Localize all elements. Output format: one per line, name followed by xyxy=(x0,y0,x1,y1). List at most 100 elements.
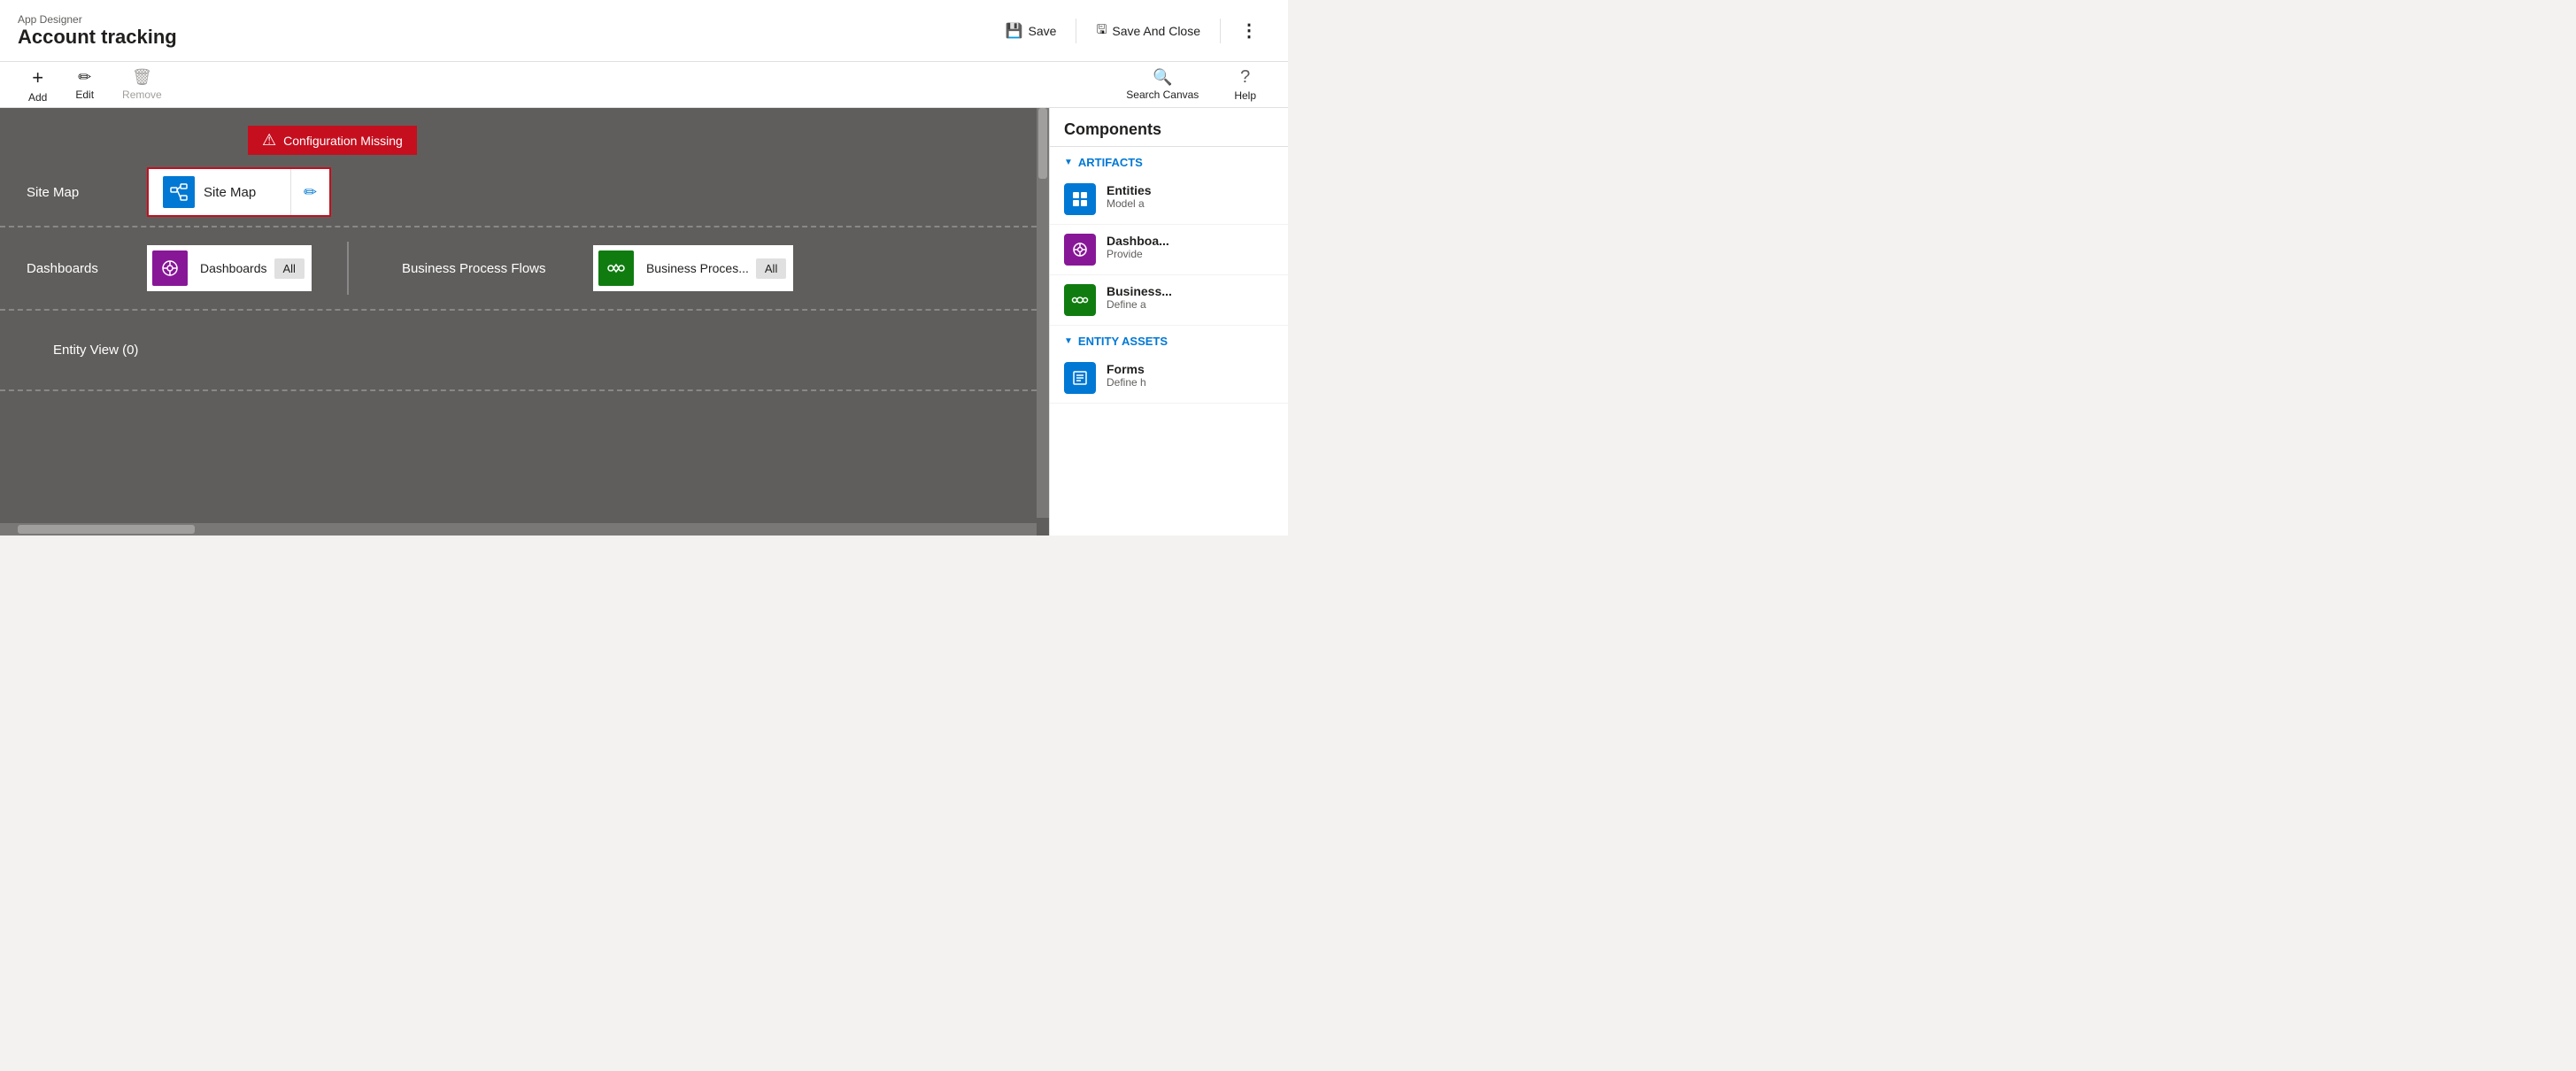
search-canvas-label: Search Canvas xyxy=(1126,89,1199,101)
forms-icon xyxy=(1064,362,1096,394)
save-close-label: Save And Close xyxy=(1112,24,1200,38)
edit-icon: ✏ xyxy=(78,68,91,87)
config-missing-banner: ⚠ Configuration Missing xyxy=(248,126,417,155)
header-divider-2 xyxy=(1220,19,1221,43)
bpf-panel-text: Business... Define a xyxy=(1107,284,1172,311)
sitemap-row: ⚠ Configuration Missing Site Map xyxy=(0,108,1037,226)
main-layout: ⚠ Configuration Missing Site Map xyxy=(0,108,1288,536)
entities-text: Entities Model a xyxy=(1107,183,1152,210)
help-button[interactable]: ? Help xyxy=(1216,62,1274,107)
header-right: 💾 Save 🖫 Save And Close ⋮ xyxy=(993,14,1270,47)
more-icon: ⋮ xyxy=(1240,19,1258,42)
entity-assets-chevron: ▼ xyxy=(1064,336,1073,346)
bpf-card-text: Business Proces... xyxy=(639,261,756,275)
bpf-panel-name: Business... xyxy=(1107,284,1172,298)
warning-icon: ⚠ xyxy=(262,131,276,150)
save-close-icon: 🖫 xyxy=(1096,20,1107,42)
site-map-card: Site Map xyxy=(149,169,290,215)
toolbar: + Add ✏ Edit 🗑 Remove 🔍 Search Canvas ? … xyxy=(0,62,1288,108)
dashboard-divider xyxy=(347,242,349,295)
artifacts-section-header[interactable]: ▼ ARTIFACTS xyxy=(1050,147,1288,174)
canvas-area[interactable]: ⚠ Configuration Missing Site Map xyxy=(0,108,1049,536)
entity-view-label: Entity View (0) xyxy=(27,325,165,375)
edit-label: Edit xyxy=(75,89,94,101)
bpf-panel-icon xyxy=(1064,284,1096,316)
dashboards-panel-name: Dashboa... xyxy=(1107,234,1169,248)
edit-pencil-icon: ✏ xyxy=(304,183,317,202)
forms-item[interactable]: Forms Define h xyxy=(1050,353,1288,404)
bpf-svg xyxy=(606,258,626,278)
remove-button[interactable]: 🗑 Remove xyxy=(108,63,176,106)
components-panel: Components ▼ ARTIFACTS Entities Model a xyxy=(1049,108,1288,536)
remove-label: Remove xyxy=(122,89,162,101)
entity-assets-section-header[interactable]: ▼ ENTITY ASSETS xyxy=(1050,326,1288,353)
panel-title: Components xyxy=(1050,108,1288,147)
app-designer-label: App Designer xyxy=(18,13,177,26)
bpf-panel-item[interactable]: Business... Define a xyxy=(1050,275,1288,326)
bpf-card[interactable]: Business Proces... All xyxy=(593,245,793,291)
dashboards-label: Dashboards xyxy=(27,261,133,276)
more-button[interactable]: ⋮ xyxy=(1228,14,1270,47)
help-label: Help xyxy=(1234,89,1256,102)
site-map-icon xyxy=(163,176,195,208)
dashed-separator-3 xyxy=(0,389,1037,391)
save-label: Save xyxy=(1029,24,1057,38)
header-left: App Designer Account tracking xyxy=(18,13,177,49)
search-icon: 🔍 xyxy=(1153,68,1172,87)
bpf-panel-svg xyxy=(1071,291,1089,309)
dashboards-panel-svg xyxy=(1071,241,1089,258)
site-map-card-container[interactable]: Site Map ✏ xyxy=(147,167,331,217)
entity-view-row: Entity View (0) xyxy=(0,311,1037,389)
sitemap-row-inner: ⚠ Configuration Missing Site Map xyxy=(0,108,1037,226)
bpf-all-badge: All xyxy=(756,258,786,279)
site-map-edit-button[interactable]: ✏ xyxy=(290,169,329,215)
sitemap-label-row: Site Map xyxy=(27,155,331,217)
bpf-section: Business Process Flows Business Proces..… xyxy=(402,245,793,291)
bpf-icon xyxy=(598,250,634,286)
artifacts-chevron: ▼ xyxy=(1064,158,1073,167)
toolbar-right: 🔍 Search Canvas ? Help xyxy=(1108,62,1274,107)
edit-button[interactable]: ✏ Edit xyxy=(61,63,108,106)
dashboards-row: Dashboards Dashboar xyxy=(0,227,1037,309)
site-map-label: Site Map xyxy=(27,185,133,200)
forms-svg xyxy=(1071,369,1089,387)
add-icon: + xyxy=(32,66,43,89)
forms-text: Forms Define h xyxy=(1107,362,1146,389)
entities-name: Entities xyxy=(1107,183,1152,197)
add-button[interactable]: + Add xyxy=(14,61,61,109)
dashboards-item[interactable]: Dashboa... Provide xyxy=(1050,225,1288,275)
dashboard-card[interactable]: Dashboards All xyxy=(147,245,312,291)
canvas-vscroll-thumb[interactable] xyxy=(1038,108,1047,179)
dashboard-all-badge: All xyxy=(274,258,305,279)
entities-desc: Model a xyxy=(1107,197,1152,210)
toolbar-actions: + Add ✏ Edit 🗑 Remove xyxy=(14,61,176,109)
site-map-card-text: Site Map xyxy=(204,185,256,200)
help-icon: ? xyxy=(1240,67,1250,88)
save-icon: 💾 xyxy=(1006,22,1023,40)
dashboards-left: Dashboards Dashboar xyxy=(27,245,312,291)
entities-item[interactable]: Entities Model a xyxy=(1050,174,1288,225)
app-header: App Designer Account tracking 💾 Save 🖫 S… xyxy=(0,0,1288,62)
app-title: Account tracking xyxy=(18,26,177,49)
dashboards-panel-text: Dashboa... Provide xyxy=(1107,234,1169,260)
forms-name: Forms xyxy=(1107,362,1146,376)
forms-desc: Define h xyxy=(1107,376,1146,389)
bpf-label: Business Process Flows xyxy=(402,261,579,276)
sitemap-svg xyxy=(169,182,189,202)
dashboard-svg xyxy=(160,258,180,278)
canvas-horizontal-scrollbar[interactable] xyxy=(0,523,1037,536)
canvas-hscroll-thumb[interactable] xyxy=(18,525,195,534)
remove-icon: 🗑 xyxy=(132,68,152,87)
save-button[interactable]: 💾 Save xyxy=(993,17,1069,45)
artifacts-label: ARTIFACTS xyxy=(1078,156,1143,169)
dashboard-card-text: Dashboards xyxy=(193,261,274,275)
config-missing-text: Configuration Missing xyxy=(283,134,403,148)
entities-icon xyxy=(1064,183,1096,215)
entities-svg xyxy=(1071,190,1089,208)
search-canvas-button[interactable]: 🔍 Search Canvas xyxy=(1108,63,1216,106)
bpf-panel-desc: Define a xyxy=(1107,298,1172,311)
save-close-button[interactable]: 🖫 Save And Close xyxy=(1084,15,1213,47)
canvas-vertical-scrollbar[interactable] xyxy=(1037,108,1049,518)
entity-assets-label: ENTITY ASSETS xyxy=(1078,335,1168,348)
canvas-content: ⚠ Configuration Missing Site Map xyxy=(0,108,1037,523)
